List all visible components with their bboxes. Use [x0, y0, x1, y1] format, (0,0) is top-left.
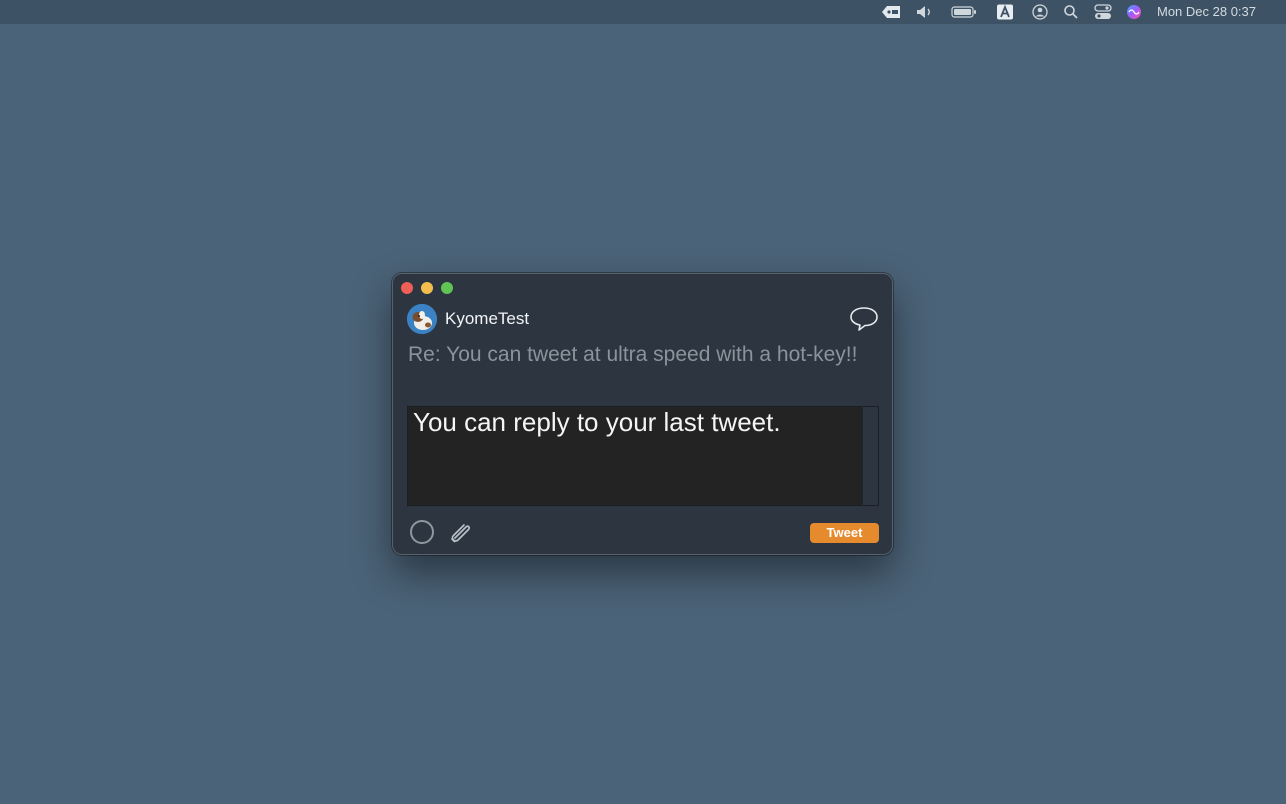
user-icon[interactable]	[1031, 4, 1049, 20]
siri-icon[interactable]	[1126, 4, 1142, 20]
close-button[interactable]	[401, 282, 413, 294]
tag-icon[interactable]	[881, 4, 901, 20]
control-center-icon[interactable]	[1094, 4, 1112, 20]
zoom-button[interactable]	[441, 282, 453, 294]
minimize-button[interactable]	[421, 282, 433, 294]
battery-icon[interactable]	[951, 4, 977, 20]
account-name: KyomeTest	[445, 309, 530, 328]
paperclip-icon[interactable]	[447, 518, 475, 546]
reply-target-text: Re: You can tweet at ultra speed with a …	[408, 343, 858, 366]
tweet-button[interactable]: Tweet	[810, 523, 879, 543]
tweet-text-area[interactable]: You can reply to your last tweet.	[407, 406, 879, 506]
tweet-window: KyomeTest Re: You can tweet at ultra spe…	[392, 273, 893, 555]
search-icon[interactable]	[1063, 4, 1079, 20]
menu-bar-clock[interactable]: Mon Dec 28 0:37	[1157, 4, 1256, 20]
volume-icon[interactable]	[915, 4, 935, 20]
menu-bar: Mon Dec 28 0:37	[0, 0, 1286, 24]
input-source-icon[interactable]	[996, 4, 1014, 20]
editor-scrollbar[interactable]	[862, 407, 878, 505]
avatar[interactable]	[407, 304, 437, 334]
tweet-text[interactable]: You can reply to your last tweet.	[413, 407, 853, 437]
character-count-ring-icon	[410, 520, 434, 544]
reply-bubble-icon[interactable]	[849, 306, 879, 332]
